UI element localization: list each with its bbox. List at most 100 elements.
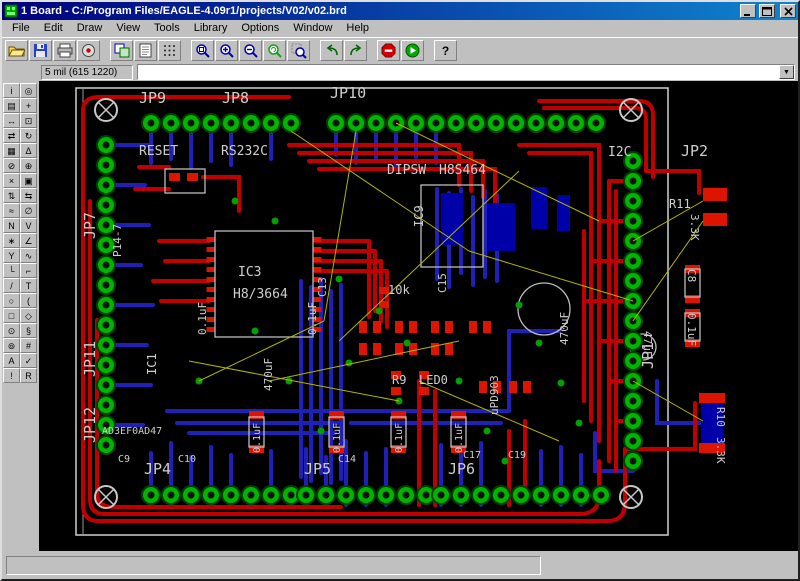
close-button[interactable] [780, 4, 796, 18]
silkscreen-label: JP12 [81, 407, 99, 443]
pad-column-right [624, 152, 642, 470]
tool-ratsnest-button[interactable]: # [20, 338, 37, 353]
grid-icon [162, 43, 177, 58]
tool-hole-button[interactable]: ⊚ [3, 338, 20, 353]
tool-arc-button[interactable]: ( [20, 293, 37, 308]
tool-display-button[interactable]: ▤ [3, 98, 20, 113]
silkscreen-label: IC3 [238, 265, 261, 280]
tool-auto-button[interactable]: A [3, 353, 20, 368]
tool-polygon-button[interactable]: ◇ [20, 308, 37, 323]
tool-text-button[interactable]: T [20, 278, 37, 293]
menu-file[interactable]: File [5, 21, 37, 36]
silkscreen-label: JP2 [681, 142, 708, 160]
menu-draw[interactable]: Draw [70, 21, 110, 36]
cam-icon [81, 43, 96, 58]
menu-window[interactable]: Window [286, 21, 339, 36]
tool-copy-button[interactable]: ⊡ [20, 113, 37, 128]
tool-add-button[interactable]: ▣ [20, 173, 37, 188]
tool-smash-button[interactable]: ∗ [3, 233, 20, 248]
menu-help[interactable]: Help [339, 21, 376, 36]
menu-bar: File Edit Draw View Tools Library Option… [2, 20, 798, 37]
tool-gateswap-button[interactable]: ⇆ [20, 188, 37, 203]
silkscreen-label: H8S464 [439, 163, 486, 178]
tool-change-button[interactable]: Δ [20, 143, 37, 158]
tool-lock-button[interactable]: ∅ [20, 203, 37, 218]
zoom-out-button[interactable] [239, 40, 262, 61]
tool-group-button[interactable]: ▦ [3, 143, 20, 158]
silkscreen-label: C14 [338, 454, 356, 465]
tool-route-button[interactable]: └ [3, 263, 20, 278]
tool-rotate-button[interactable]: ↻ [20, 128, 37, 143]
tool-mark-button[interactable]: + [20, 98, 37, 113]
cam-processor-button[interactable] [77, 40, 100, 61]
zoom-redraw-button[interactable] [263, 40, 286, 61]
menu-library[interactable]: Library [187, 21, 235, 36]
tool-optimize-button[interactable]: ∿ [20, 248, 37, 263]
open-button[interactable] [5, 40, 28, 61]
zoom-fit-button[interactable] [191, 40, 214, 61]
silkscreen-label: AD3EF0AD47 [102, 426, 162, 437]
tool-cut-button[interactable]: ⊘ [3, 158, 20, 173]
tool-value-button[interactable]: V [20, 218, 37, 233]
print-button[interactable] [53, 40, 76, 61]
stop-button[interactable] [377, 40, 400, 61]
close-icon [784, 7, 793, 16]
tool-signal-button[interactable]: § [20, 323, 37, 338]
tool-miter-button[interactable]: ∠ [20, 233, 37, 248]
tool-run-button[interactable]: R [20, 368, 37, 383]
tool-palette: i ◎ ▤ + ↔ ⊡ ⇄ ↻ ▦ Δ ⊘ ⊕ × ▣ ⇅ ⇆ ≈ ∅ N V … [2, 81, 39, 551]
silkscreen-outlines [165, 169, 700, 447]
tool-info-button[interactable]: i [3, 83, 20, 98]
tool-pinswap-button[interactable]: ⇅ [3, 188, 20, 203]
pad-row-top-jp9-jp8 [142, 114, 300, 132]
board-canvas[interactable]: JP9 JP8 JP10 RESET RS232C DIPSW H8S464 I… [39, 81, 798, 551]
zoom-fit-icon [195, 43, 211, 59]
menu-edit[interactable]: Edit [37, 21, 70, 36]
menu-tools[interactable]: Tools [147, 21, 187, 36]
tool-name-button[interactable]: N [3, 218, 20, 233]
silkscreen-label: LED0 [419, 373, 448, 387]
help-button[interactable]: ? [434, 40, 457, 61]
menu-options[interactable]: Options [234, 21, 286, 36]
tool-move-button[interactable]: ↔ [3, 113, 20, 128]
go-button[interactable] [401, 40, 424, 61]
tool-split-button[interactable]: Y [3, 248, 20, 263]
redo-button[interactable] [344, 40, 367, 61]
grid-button[interactable] [158, 40, 181, 61]
tool-paste-button[interactable]: ⊕ [20, 158, 37, 173]
tool-ripup-button[interactable]: ⌐ [20, 263, 37, 278]
tool-circle-button[interactable]: ○ [3, 293, 20, 308]
menu-view[interactable]: View [109, 21, 147, 36]
silkscreen-label: 3.3K [714, 437, 727, 464]
zoom-in-button[interactable] [215, 40, 238, 61]
title-bar[interactable]: 1 Board - C:/Program Files/EAGLE-4.09r1/… [2, 2, 798, 20]
silkscreen-label: H8/3664 [233, 287, 288, 302]
tool-mirror-button[interactable]: ⇄ [3, 128, 20, 143]
tool-errors-button[interactable]: ! [3, 368, 20, 383]
silkscreen-label: JP10 [330, 84, 366, 102]
toolbar-separator [368, 39, 377, 62]
tool-drc-button[interactable]: ✓ [20, 353, 37, 368]
zoom-select-button[interactable] [287, 40, 310, 61]
open-folder-icon [8, 43, 25, 58]
save-button[interactable] [29, 40, 52, 61]
command-input[interactable] [139, 65, 778, 79]
tool-via-button[interactable]: ⊙ [3, 323, 20, 338]
app-icon [4, 4, 18, 18]
silkscreen-label: JP11 [81, 341, 99, 377]
tool-replace-button[interactable]: ≈ [3, 203, 20, 218]
command-dropdown-arrow[interactable]: ▼ [779, 65, 794, 79]
tool-show-button[interactable]: ◎ [20, 83, 37, 98]
tool-delete-button[interactable]: × [3, 173, 20, 188]
silkscreen-label: 0.1uF [332, 423, 343, 453]
minimize-icon [743, 7, 753, 16]
tool-rect-button[interactable]: □ [3, 308, 20, 323]
undo-button[interactable] [320, 40, 343, 61]
board-schematic-button[interactable] [110, 40, 133, 61]
script-button[interactable] [134, 40, 157, 61]
minimize-button[interactable] [740, 4, 756, 18]
tool-wire-button[interactable]: / [3, 278, 20, 293]
maximize-button[interactable] [759, 4, 775, 18]
silkscreen-label: 0.1uF [196, 302, 209, 335]
toolbar-separator [182, 39, 191, 62]
